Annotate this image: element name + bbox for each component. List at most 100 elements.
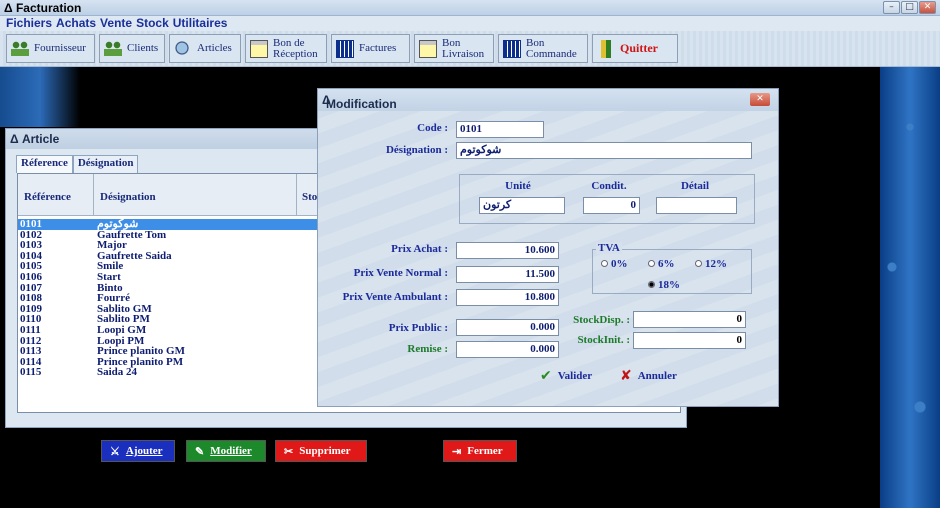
articles-label: Articles <box>197 42 232 54</box>
quitter-button[interactable]: Quitter <box>592 34 678 63</box>
unite-field[interactable]: كرتون <box>479 197 565 214</box>
radio-icon <box>695 260 702 267</box>
dialog-title: Δ Modification <box>322 93 397 111</box>
column-divider <box>296 174 297 215</box>
tab-designation[interactable]: Désignation <box>72 155 139 173</box>
cell-designation: Start <box>97 270 121 283</box>
bon-commande-button[interactable]: Bon Commande <box>498 34 588 63</box>
bon-reception-button[interactable]: Bon de Réception <box>245 34 327 63</box>
cell-reference: 0111 <box>20 323 41 336</box>
supprimer-button[interactable]: ✂ Supprimer <box>275 440 367 462</box>
bon-commande-label: Bon Commande <box>526 37 577 60</box>
cell-designation: شوكوتوم <box>97 218 139 230</box>
article-window-title-text: Article <box>21 132 60 146</box>
cell-reference: 0106 <box>20 270 42 283</box>
remise-field[interactable]: 0.000 <box>456 341 559 358</box>
prix-vente-normal-field[interactable]: 11.500 <box>456 266 559 283</box>
condit-field[interactable]: 0 <box>583 197 640 214</box>
radio-icon <box>601 260 608 267</box>
clients-button[interactable]: Clients <box>99 34 165 63</box>
stock-disp-field[interactable]: 0 <box>633 311 746 328</box>
maximize-button[interactable]: □ <box>901 1 918 14</box>
fermer-label: Fermer <box>467 445 503 457</box>
app-title-text: Facturation <box>15 1 82 15</box>
magnifier-icon <box>174 39 192 58</box>
detail-field[interactable] <box>656 197 737 214</box>
bon-reception-label: Bon de Réception <box>273 37 318 60</box>
bon-livraison-line2: Livraison <box>442 47 485 60</box>
exit-icon <box>597 39 615 58</box>
tva-option-0-label: 0% <box>611 258 628 270</box>
bon-livraison-button[interactable]: Bon Livraison <box>414 34 494 63</box>
delete-icon: ✂ <box>284 445 294 458</box>
dialog-titlebar: Δ Modification ✕ <box>318 89 778 111</box>
bon-reception-line2: Réception <box>273 47 318 60</box>
menu-achats[interactable]: Achats <box>56 16 96 30</box>
ajouter-label: Ajouter <box>125 445 163 457</box>
tva-option-12[interactable]: 12% <box>695 258 727 270</box>
code-field[interactable]: 0101 <box>456 121 544 138</box>
radio-selected-icon <box>648 281 655 288</box>
prix-achat-label: Prix Achat : <box>391 243 448 255</box>
tva-option-6-label: 6% <box>658 258 675 270</box>
invoice-grid-icon <box>336 39 354 58</box>
document-icon <box>419 39 437 58</box>
fournisseur-button[interactable]: Fournisseur <box>6 34 95 63</box>
valider-button[interactable]: ✔ Valider <box>540 368 592 384</box>
condit-label: Condit. <box>591 180 627 192</box>
clients-label: Clients <box>127 42 159 54</box>
fermer-button[interactable]: ⇥ Fermer <box>443 440 517 462</box>
factures-button[interactable]: Factures <box>331 34 410 63</box>
stock-disp-label: StockDisp. : <box>573 314 630 326</box>
prix-achat-field[interactable]: 10.600 <box>456 242 559 259</box>
bon-livraison-label: Bon Livraison <box>442 37 485 60</box>
tva-option-18-label: 18% <box>658 279 680 291</box>
app-title: Δ Facturation <box>4 1 82 15</box>
tva-option-0[interactable]: 0% <box>601 258 628 270</box>
column-stock[interactable]: Sto <box>302 191 317 203</box>
checkmark-icon: ✔ <box>540 368 552 384</box>
column-designation[interactable]: Désignation <box>100 191 156 203</box>
app-titlebar: Δ Facturation – □ ✕ <box>0 0 940 16</box>
column-reference[interactable]: Référence <box>24 191 71 203</box>
toolbar: Fournisseur Clients Articles Bon de Récep… <box>0 31 940 67</box>
designation-label: Désignation : <box>385 144 448 156</box>
edit-icon: ✎ <box>195 445 205 458</box>
tab-reference[interactable]: Réference <box>16 155 73 173</box>
code-label: Code : <box>417 122 448 134</box>
quitter-label: Quitter <box>620 41 658 55</box>
modifier-button[interactable]: ✎ Modifier <box>186 440 266 462</box>
cell-reference: 0115 <box>20 366 42 379</box>
document-icon <box>250 39 268 58</box>
column-divider <box>93 174 94 215</box>
supprimer-label: Supprimer <box>299 445 351 457</box>
menu-vente[interactable]: Vente <box>100 16 132 30</box>
bon-commande-line2: Commande <box>526 47 577 60</box>
menu-stock[interactable]: Stock <box>136 16 169 30</box>
prix-vente-ambulant-field[interactable]: 10.800 <box>456 289 559 306</box>
prix-public-field[interactable]: 0.000 <box>456 319 559 336</box>
menu-utilitaires[interactable]: Utilitaires <box>173 16 228 30</box>
fournisseur-label: Fournisseur <box>34 42 86 54</box>
tva-option-6[interactable]: 6% <box>648 258 675 270</box>
menu-fichiers[interactable]: Fichiers <box>6 16 52 30</box>
ajouter-button[interactable]: ⚔ Ajouter <box>101 440 175 462</box>
detail-label: Détail <box>680 180 710 192</box>
annuler-button[interactable]: ✘ Annuler <box>620 368 677 384</box>
minimize-button[interactable]: – <box>883 1 900 14</box>
background-decoration-left <box>0 67 80 127</box>
dialog-close-button[interactable]: ✕ <box>750 93 770 106</box>
prix-vente-ambulant-label: Prix Vente Ambulant : <box>342 291 448 303</box>
cell-designation: Loopi GM <box>97 323 147 336</box>
designation-field[interactable]: شوكوتوم <box>456 142 752 159</box>
order-grid-icon <box>503 39 521 58</box>
stock-init-field[interactable]: 0 <box>633 332 746 349</box>
window-controls: – □ ✕ <box>883 1 936 14</box>
tva-option-18[interactable]: 18% <box>648 279 680 291</box>
unite-label: Unité <box>505 180 531 192</box>
close-button[interactable]: ✕ <box>919 1 936 14</box>
people-icon <box>104 39 122 58</box>
cell-designation: Saida 24 <box>97 366 138 379</box>
modifier-label: Modifier <box>210 445 252 457</box>
articles-button[interactable]: Articles <box>169 34 241 63</box>
